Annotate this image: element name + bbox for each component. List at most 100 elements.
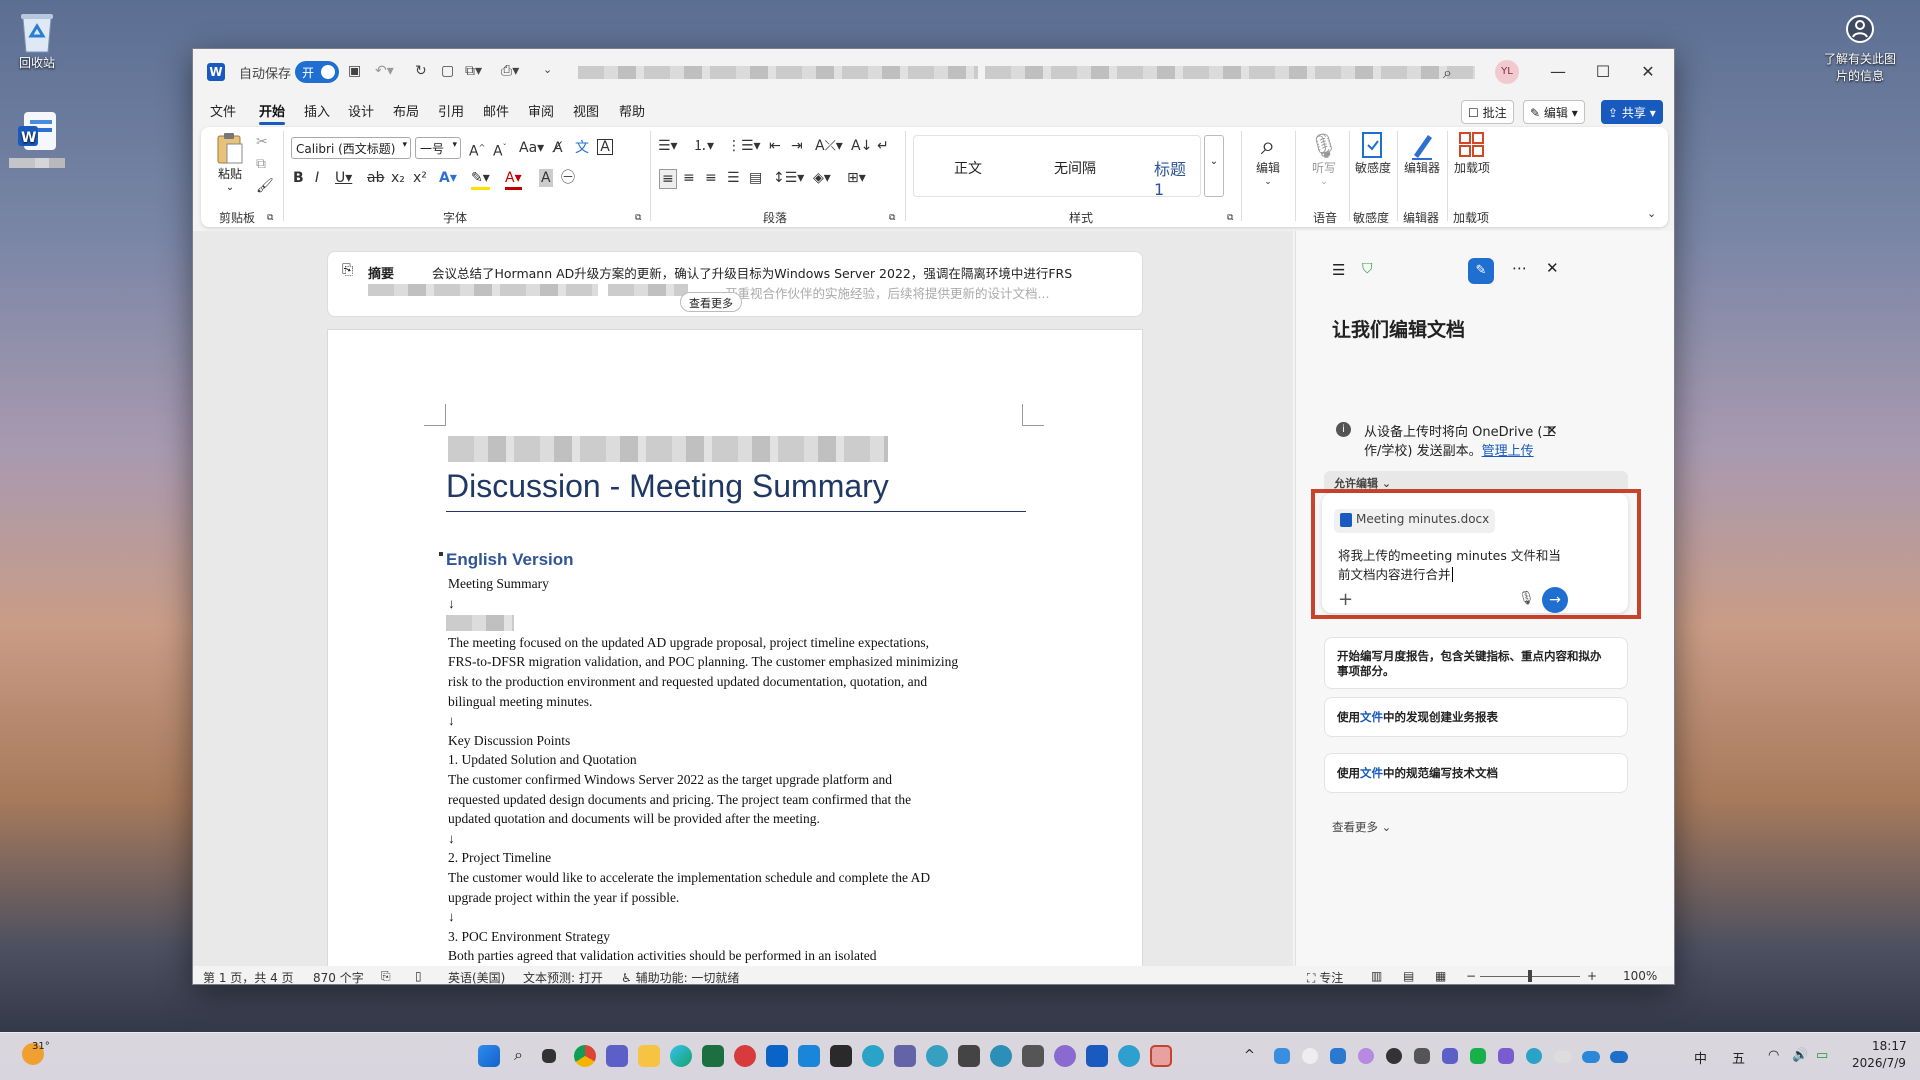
menu-icon[interactable]: ☰ [1332, 261, 1345, 279]
highlight-icon[interactable]: ✎▾ [471, 169, 490, 190]
see-more-suggestions[interactable]: 查看更多 ⌄ [1332, 819, 1391, 835]
app-generic-icon[interactable] [1022, 1045, 1044, 1067]
font-color-icon[interactable]: A▾ [505, 169, 522, 190]
shading-icon[interactable]: ◈▾ [813, 169, 831, 187]
focus-mode[interactable]: ⛶ 专注 [1307, 969, 1343, 984]
tray-overflow-icon[interactable]: ^ [1244, 1048, 1255, 1063]
sort-icon[interactable]: A↓ [851, 137, 872, 155]
strikethrough-icon[interactable]: ab [367, 169, 384, 187]
onedrive-alt-icon[interactable] [1610, 1051, 1628, 1063]
tray-app-icon[interactable] [1274, 1048, 1290, 1064]
app-dark-icon[interactable] [830, 1045, 852, 1067]
dismiss-notice-icon[interactable]: ✕ [1546, 423, 1558, 439]
char-shading-icon[interactable]: A [539, 169, 553, 187]
attached-file-chip[interactable]: Meeting minutes.docx [1334, 509, 1496, 533]
section-heading[interactable]: English Version [446, 550, 574, 570]
search-icon[interactable]: ⌕ [1443, 63, 1452, 83]
app-edge3-icon[interactable] [926, 1045, 948, 1067]
font-size-select[interactable]: 一号 ▾ [415, 137, 461, 159]
numbering-icon[interactable]: ⒈▾ [693, 137, 714, 155]
subscript-icon[interactable]: x₂ [391, 169, 405, 187]
editor-button[interactable]: 编辑器 [1401, 131, 1443, 175]
show-marks-icon[interactable]: ↵ [877, 137, 889, 155]
page-count[interactable]: 第 1 页，共 4 页 [203, 969, 294, 984]
tab-references[interactable]: 引用 [438, 101, 464, 120]
proofing-icon[interactable]: ⎘ [381, 969, 391, 984]
new-doc-icon[interactable]: ▢ [441, 63, 454, 79]
line-spacing-icon[interactable]: ↕☰▾ [773, 169, 804, 187]
paste-button[interactable]: 粘贴 ⌄ [211, 131, 249, 193]
editing-mode-button[interactable]: ✎ 编辑 ▾ [1523, 100, 1585, 124]
print-preview-icon[interactable]: ⎙▾ [501, 63, 519, 79]
suggestion-technical-doc[interactable]: 使用 文件 中的规范编写技术文档 [1324, 753, 1628, 793]
clear-format-icon[interactable]: A̸ [553, 139, 563, 157]
phonetic-guide-icon[interactable]: 文 [575, 139, 589, 157]
tab-design[interactable]: 设计 [348, 101, 374, 120]
tray-app-icon[interactable] [1386, 1048, 1402, 1064]
print-layout-icon[interactable]: ▤ [1403, 969, 1414, 983]
change-case-icon[interactable]: Aa▾ [519, 139, 544, 157]
text-effects-icon[interactable]: A▾ [439, 169, 457, 187]
tray-app-icon[interactable] [1330, 1048, 1346, 1064]
tab-mailings[interactable]: 邮件 [483, 101, 509, 120]
underline-icon[interactable]: U▾ [335, 169, 352, 187]
teams-classic-icon[interactable] [894, 1045, 916, 1067]
zoom-out-icon[interactable]: − [1466, 969, 1476, 983]
copilot-taskbar-icon[interactable] [1150, 1045, 1172, 1067]
close-button[interactable]: ✕ [1633, 57, 1663, 87]
task-view-icon[interactable] [542, 1049, 556, 1063]
style-heading-1[interactable]: 标题 1 [1154, 156, 1200, 199]
align-center-icon[interactable]: ≡ [683, 169, 695, 187]
tray-app-icon[interactable] [1526, 1048, 1542, 1064]
start-icon[interactable] [478, 1045, 500, 1067]
decrease-indent-icon[interactable]: ⇤ [769, 137, 781, 155]
teams-icon[interactable] [606, 1045, 628, 1067]
char-border-icon[interactable]: A [597, 139, 613, 155]
ime-language[interactable]: 中 [1694, 1048, 1707, 1067]
minimize-button[interactable]: — [1543, 57, 1573, 87]
bold-icon[interactable]: B [293, 169, 304, 187]
suggestion-business-report[interactable]: 使用 文件 中的发现创建业务报表 [1324, 697, 1628, 737]
app-edge5-icon[interactable] [1118, 1045, 1140, 1067]
style-no-spacing[interactable]: 无间隔 [1054, 158, 1096, 178]
share-button[interactable]: ⇪ 共享 ▾ [1601, 100, 1663, 124]
tray-app-icon[interactable] [1498, 1048, 1514, 1064]
tab-review[interactable]: 审阅 [528, 101, 554, 120]
superscript-icon[interactable]: x² [413, 169, 427, 187]
chrome-icon[interactable] [574, 1045, 596, 1067]
autosave-toggle[interactable]: 开 [295, 61, 339, 83]
read-mode-icon[interactable]: ▥ [1371, 969, 1382, 983]
bullets-icon[interactable]: ☰▾ [658, 137, 678, 155]
send-button[interactable]: → [1542, 587, 1568, 613]
summary-see-more-button[interactable]: 查看更多 [680, 292, 742, 312]
app-edge2-icon[interactable] [862, 1045, 884, 1067]
excel-icon[interactable] [702, 1045, 724, 1067]
recycle-bin-icon[interactable]: 回收站 [2, 8, 72, 71]
taskbar-search-icon[interactable]: ⌕ [514, 1045, 523, 1065]
file-explorer-icon[interactable] [638, 1045, 660, 1067]
clock-date[interactable]: 2026/7/9 [1852, 1056, 1906, 1070]
undo-icon[interactable]: ↶▾ [375, 63, 394, 79]
style-normal[interactable]: 正文 [954, 158, 982, 178]
comment-button[interactable]: ☐ 批注 [1461, 100, 1514, 124]
web-layout-icon[interactable]: ▦ [1435, 969, 1446, 983]
suggestion-monthly-report[interactable]: 开始编写月度报告，包含关键指标、重点内容和拟办 事项部分。 [1324, 637, 1628, 689]
avatar[interactable]: YL [1495, 60, 1519, 84]
word-count[interactable]: 870 个字 [313, 969, 364, 984]
document-title[interactable]: Discussion - Meeting Summary [446, 468, 889, 505]
tray-app-icon[interactable] [1302, 1048, 1318, 1064]
onedrive-icon[interactable] [1554, 1051, 1572, 1063]
app-red-icon[interactable] [734, 1045, 756, 1067]
italic-icon[interactable]: I [315, 169, 319, 187]
outlook-new-icon[interactable] [798, 1045, 820, 1067]
justify-icon[interactable]: ☰ [727, 169, 740, 187]
edge-icon[interactable] [670, 1045, 692, 1067]
align-left-icon[interactable]: ≡ [659, 169, 677, 189]
close-pane-icon[interactable]: ✕ [1546, 259, 1559, 277]
align-right-icon[interactable]: ≡ [705, 169, 717, 187]
copy-icon[interactable]: ⧉ [256, 155, 266, 173]
cut-icon[interactable]: ✂ [256, 133, 268, 151]
shrink-font-icon[interactable]: Aˇ [493, 139, 507, 161]
styles-more-button[interactable]: ⌄ [1204, 135, 1224, 197]
customize-qat-icon[interactable]: ⌄ [543, 63, 552, 76]
